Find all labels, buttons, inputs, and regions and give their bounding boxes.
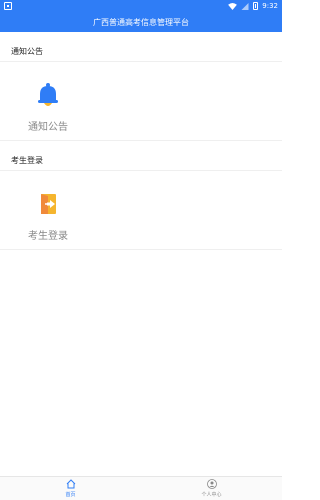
- bottom-nav: 首页 个人中心: [0, 476, 282, 500]
- student-login-tile-label: 考生登录: [28, 231, 68, 242]
- app-root: 9:32 广西普通高考信息管理平台 通知公告 通知公告 考生登录 考生登录 首页…: [0, 0, 282, 500]
- battery-icon: [253, 2, 259, 10]
- status-time: 9:32: [262, 2, 278, 10]
- section-heading-label: 通知公告: [11, 47, 43, 56]
- notices-tile-label: 通知公告: [28, 122, 68, 133]
- section-heading-login: 考生登录: [0, 151, 282, 171]
- signal-icon: [241, 2, 249, 10]
- home-icon: [66, 479, 75, 489]
- nav-item-home[interactable]: 首页: [0, 477, 141, 500]
- notices-tile[interactable]: 通知公告: [20, 82, 76, 133]
- page-title-bar: 广西普通高考信息管理平台: [0, 12, 282, 32]
- section-heading-label: 考生登录: [11, 156, 43, 165]
- notification-icon: [4, 2, 12, 10]
- status-bar: 9:32: [0, 0, 282, 12]
- nav-item-label: 个人中心: [201, 492, 222, 498]
- divider: [0, 140, 282, 141]
- bell-icon: [38, 83, 58, 106]
- student-login-tile[interactable]: 考生登录: [20, 191, 76, 242]
- status-icons: 9:32: [228, 0, 278, 12]
- section-heading-notices: 通知公告: [0, 42, 282, 62]
- nav-item-label: 首页: [65, 492, 76, 498]
- user-icon: [206, 479, 217, 489]
- page-title: 广西普通高考信息管理平台: [93, 17, 189, 27]
- door-login-icon: [41, 194, 56, 214]
- wifi-icon: [228, 2, 238, 10]
- divider: [0, 249, 282, 250]
- nav-item-profile[interactable]: 个人中心: [141, 477, 282, 500]
